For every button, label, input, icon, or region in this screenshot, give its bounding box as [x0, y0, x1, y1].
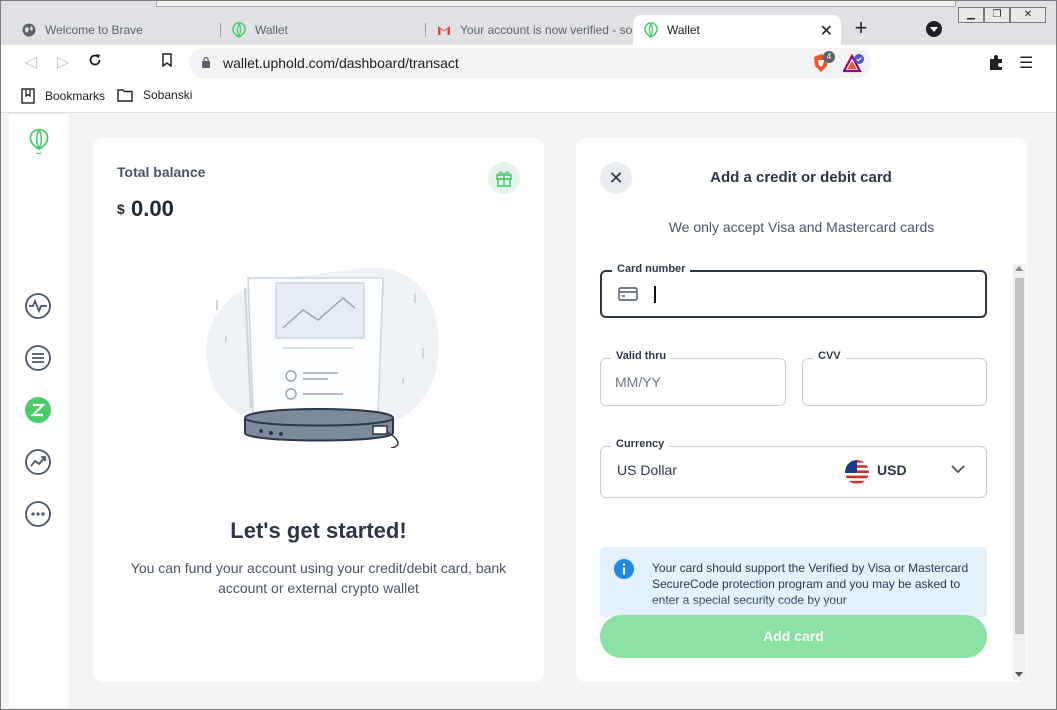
card-number-label: Card number — [612, 263, 691, 275]
credit-card-icon — [618, 287, 638, 301]
valid-thru-field[interactable]: Valid thru MM/YY — [600, 350, 786, 406]
get-started-title: Let's get started! — [230, 518, 407, 543]
gift-icon — [496, 171, 512, 187]
tab-strip: Welcome to Brave Wallet Your account is … — [1, 1, 1056, 45]
currency-code: USD — [877, 462, 907, 478]
new-tab-button[interactable]: + — [849, 17, 873, 41]
close-icon: ✕ — [608, 168, 624, 188]
currency-symbol: $ — [117, 201, 125, 217]
tab-title: Your account is now verified - soba — [460, 23, 633, 37]
maximize-button[interactable]: ❐ — [984, 7, 1010, 23]
panel-subtitle: We only accept Visa and Mastercard cards — [668, 219, 935, 235]
us-flag-icon — [845, 460, 869, 484]
uphold-logo-icon[interactable] — [25, 128, 53, 156]
bookmark-bookmarks[interactable]: Bookmarks — [21, 88, 105, 104]
security-notice: Your card should support the Verified by… — [600, 547, 987, 617]
menu-icon[interactable]: ☰ — [1019, 53, 1033, 73]
forward-button[interactable]: ▷ — [53, 53, 73, 73]
scroll-down-icon[interactable] — [1015, 672, 1023, 677]
cvv-label: CVV — [813, 350, 846, 362]
chevron-down-icon — [951, 465, 965, 474]
tab-welcome[interactable]: Welcome to Brave — [11, 15, 221, 45]
close-tab-icon[interactable]: ✕ — [820, 21, 833, 41]
empty-state-illustration — [206, 267, 439, 448]
tab-title: Wallet — [255, 23, 288, 37]
list-icon[interactable] — [24, 344, 52, 372]
globe-icon — [21, 22, 37, 38]
tab-wallet-active[interactable]: Wallet ✕ — [633, 15, 841, 45]
bookmark-folder-sobanski[interactable]: Sobanski — [117, 88, 192, 102]
gift-button[interactable] — [488, 162, 520, 194]
info-icon — [614, 559, 634, 579]
valid-thru-placeholder: MM/YY — [615, 374, 661, 390]
url-text: wallet.uphold.com/dashboard/transact — [223, 55, 459, 71]
currency-select[interactable]: Currency US Dollar USD — [600, 438, 987, 498]
cvv-field[interactable]: CVV — [802, 350, 987, 406]
back-button[interactable]: ◁ — [21, 53, 41, 73]
address-bar[interactable]: wallet.uphold.com/dashboard/transact 4 — [189, 48, 871, 78]
card-number-field[interactable]: Card number — [600, 263, 987, 318]
scroll-thumb[interactable] — [1015, 278, 1024, 634]
panel-title: Add a credit or debit card — [710, 169, 892, 186]
balance-card: Total balance $ 0.00 Let's get started! … — [93, 138, 544, 682]
minimize-button[interactable]: ▁ — [958, 7, 984, 23]
bookmarks-bar: Bookmarks Sobanski — [1, 81, 1056, 113]
extensions-icon[interactable] — [987, 54, 1005, 72]
total-balance-label: Total balance — [117, 164, 206, 180]
add-card-button[interactable]: Add card — [600, 615, 987, 658]
activity-icon[interactable] — [24, 292, 52, 320]
sidebar — [9, 114, 69, 707]
currency-label: Currency — [611, 438, 670, 450]
shield-count-badge: 4 — [823, 51, 835, 63]
close-panel-button[interactable]: ✕ — [600, 162, 632, 194]
transact-icon[interactable] — [24, 396, 52, 424]
brave-rewards-icon[interactable] — [843, 54, 865, 74]
more-icon[interactable] — [24, 500, 52, 528]
page-content: Total balance $ 0.00 Let's get started! … — [1, 114, 1056, 707]
reload-icon — [89, 54, 101, 66]
lock-icon — [202, 56, 210, 68]
browser-toolbar: ◁ ▷ wallet.uphold.com/dashboard/transact… — [1, 45, 1056, 81]
gmail-icon — [436, 22, 452, 38]
balance-amount: 0.00 — [131, 196, 174, 221]
tab-wallet[interactable]: Wallet — [221, 15, 426, 45]
add-card-panel: ✕ Add a credit or debit card We only acc… — [576, 138, 1027, 682]
uphold-logo-icon — [643, 22, 659, 38]
tab-title: Welcome to Brave — [45, 23, 143, 37]
scroll-up-icon[interactable] — [1015, 266, 1023, 271]
trends-icon[interactable] — [24, 448, 52, 476]
tab-gmail[interactable]: Your account is now verified - soba — [426, 15, 633, 45]
text-cursor — [654, 286, 656, 303]
bookmark-icon — [162, 53, 172, 68]
browser-window: Welcome to Brave Wallet Your account is … — [0, 0, 1057, 710]
reload-button[interactable] — [85, 53, 105, 73]
window-frame — [156, 1, 956, 7]
folder-icon — [117, 89, 133, 102]
bookmarks-icon — [21, 88, 35, 104]
panel-scrollbar[interactable] — [1013, 264, 1026, 680]
get-started-description: You can fund your account using your cre… — [130, 560, 507, 596]
currency-name: US Dollar — [617, 462, 677, 478]
tab-search-button[interactable] — [926, 21, 942, 37]
close-window-button[interactable]: ✕ — [1010, 7, 1046, 23]
tab-title: Wallet — [667, 23, 700, 37]
uphold-logo-icon — [231, 22, 247, 38]
bookmark-page-button[interactable] — [157, 53, 177, 73]
valid-thru-label: Valid thru — [611, 350, 672, 362]
